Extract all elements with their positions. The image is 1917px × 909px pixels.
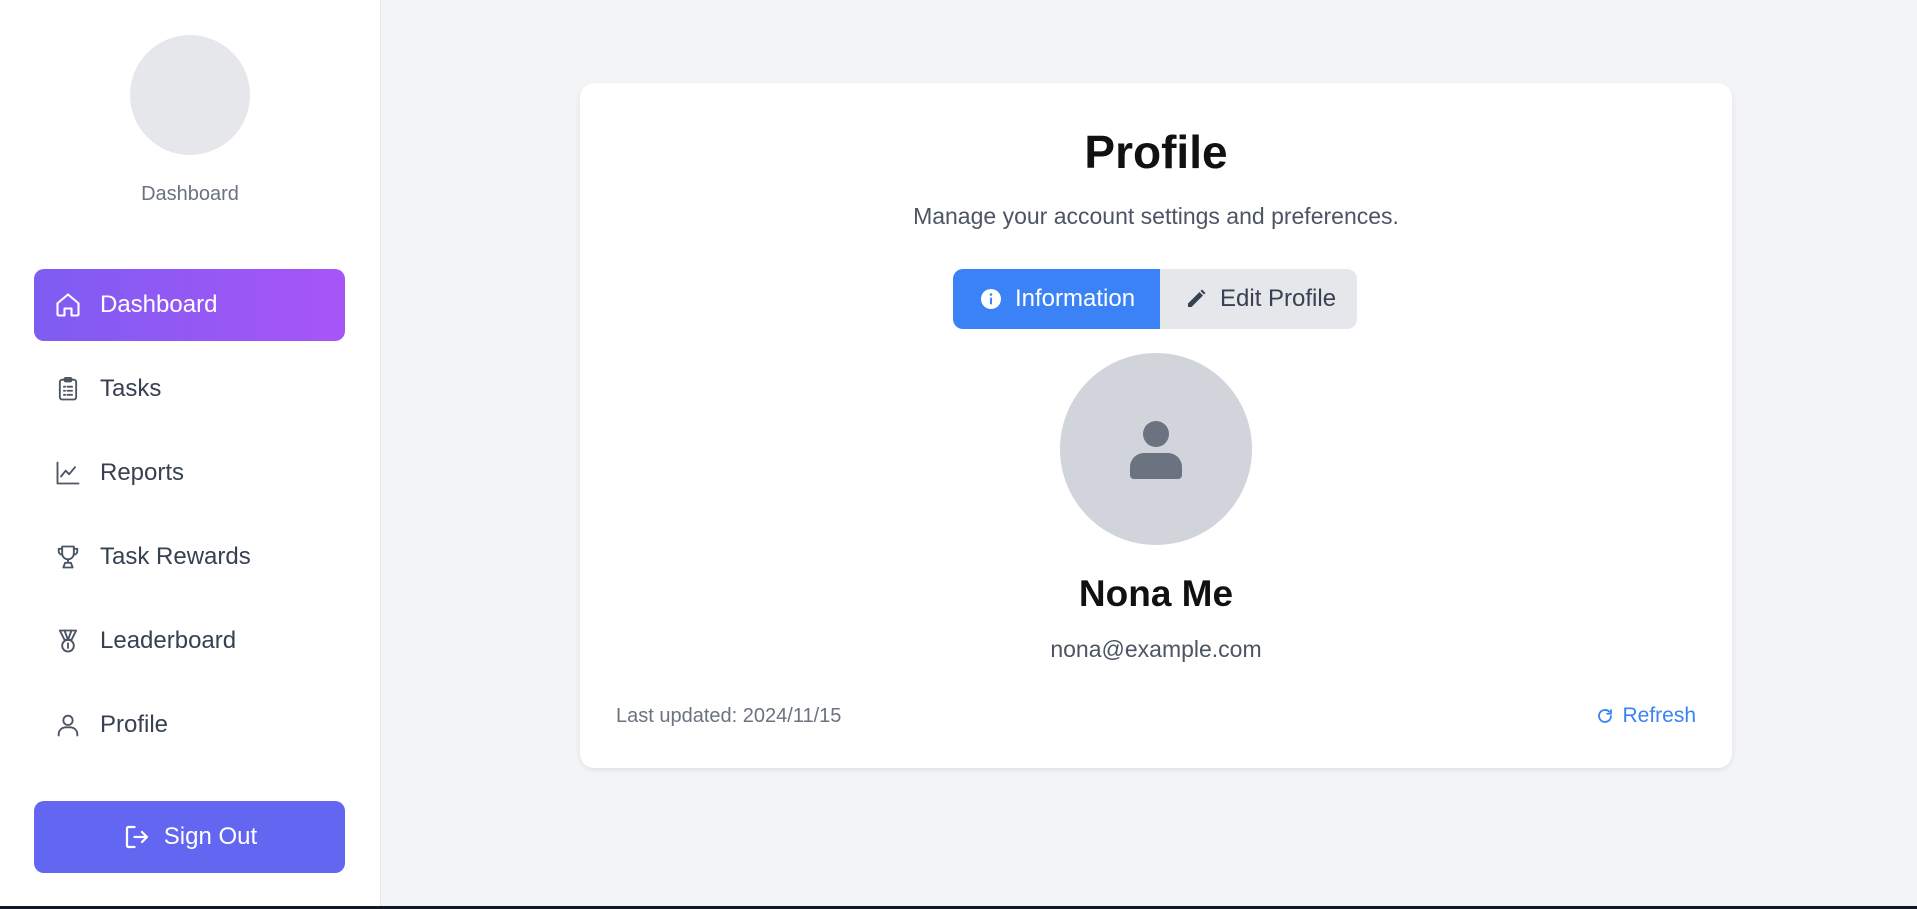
app-root: Dashboard Dashboard Tasks Reports Task R… [0, 0, 1917, 909]
sidebar: Dashboard Dashboard Tasks Reports Task R… [0, 0, 381, 909]
sidebar-item-label: Reports [100, 459, 185, 486]
pencil-icon [1188, 289, 1206, 307]
sidebar-nav: Dashboard Tasks Reports Task Rewards Lea… [34, 269, 345, 773]
trophy-icon [54, 543, 82, 571]
sidebar-item-reports[interactable]: Reports [34, 437, 345, 509]
sidebar-item-tasks[interactable]: Tasks [34, 353, 345, 425]
page-subtitle: Manage your account settings and prefere… [913, 203, 1399, 229]
clipboard-icon [54, 375, 82, 403]
sidebar-logo-placeholder [130, 35, 250, 155]
refresh-icon [1598, 709, 1613, 723]
sidebar-item-label: Leaderboard [100, 627, 237, 654]
sidebar-item-leaderboard[interactable]: Leaderboard [34, 605, 345, 677]
refresh-button[interactable]: Refresh [1596, 704, 1696, 728]
sign-out-icon [125, 825, 148, 849]
sidebar-item-profile[interactable]: Profile [34, 689, 345, 761]
line-chart-icon [54, 459, 82, 487]
sidebar-item-label: Tasks [100, 375, 162, 402]
home-icon [54, 291, 82, 319]
sign-out-button[interactable]: Sign Out [34, 801, 345, 873]
sidebar-brand: Dashboard [141, 183, 239, 205]
medal-icon [54, 627, 82, 655]
sign-out-label: Sign Out [163, 823, 258, 850]
page-title: Profile [1084, 126, 1228, 178]
tab-information[interactable]: Information [953, 269, 1160, 329]
sidebar-item-label: Dashboard [100, 291, 218, 318]
tab-edit-profile[interactable]: Edit Profile [1160, 269, 1357, 329]
tab-information-label: Information [1015, 285, 1136, 312]
user-email: nona@example.com [1050, 636, 1262, 662]
sidebar-item-label: Task Rewards [100, 543, 251, 570]
info-icon [981, 289, 1001, 309]
avatar [1060, 353, 1252, 545]
sidebar-item-dashboard[interactable]: Dashboard [34, 269, 345, 341]
user-avatar-icon [1130, 421, 1182, 479]
user-icon [54, 711, 82, 739]
profile-card: Profile Manage your account settings and… [580, 83, 1732, 768]
profile-tabs: Information Edit Profile [953, 269, 1357, 329]
sidebar-item-task-rewards[interactable]: Task Rewards [34, 521, 345, 593]
refresh-label: Refresh [1622, 704, 1696, 727]
sidebar-item-label: Profile [100, 711, 169, 738]
tab-edit-profile-label: Edit Profile [1220, 285, 1337, 312]
last-updated-text: Last updated: 2024/11/15 [616, 705, 842, 727]
user-name: Nona Me [1078, 573, 1234, 614]
